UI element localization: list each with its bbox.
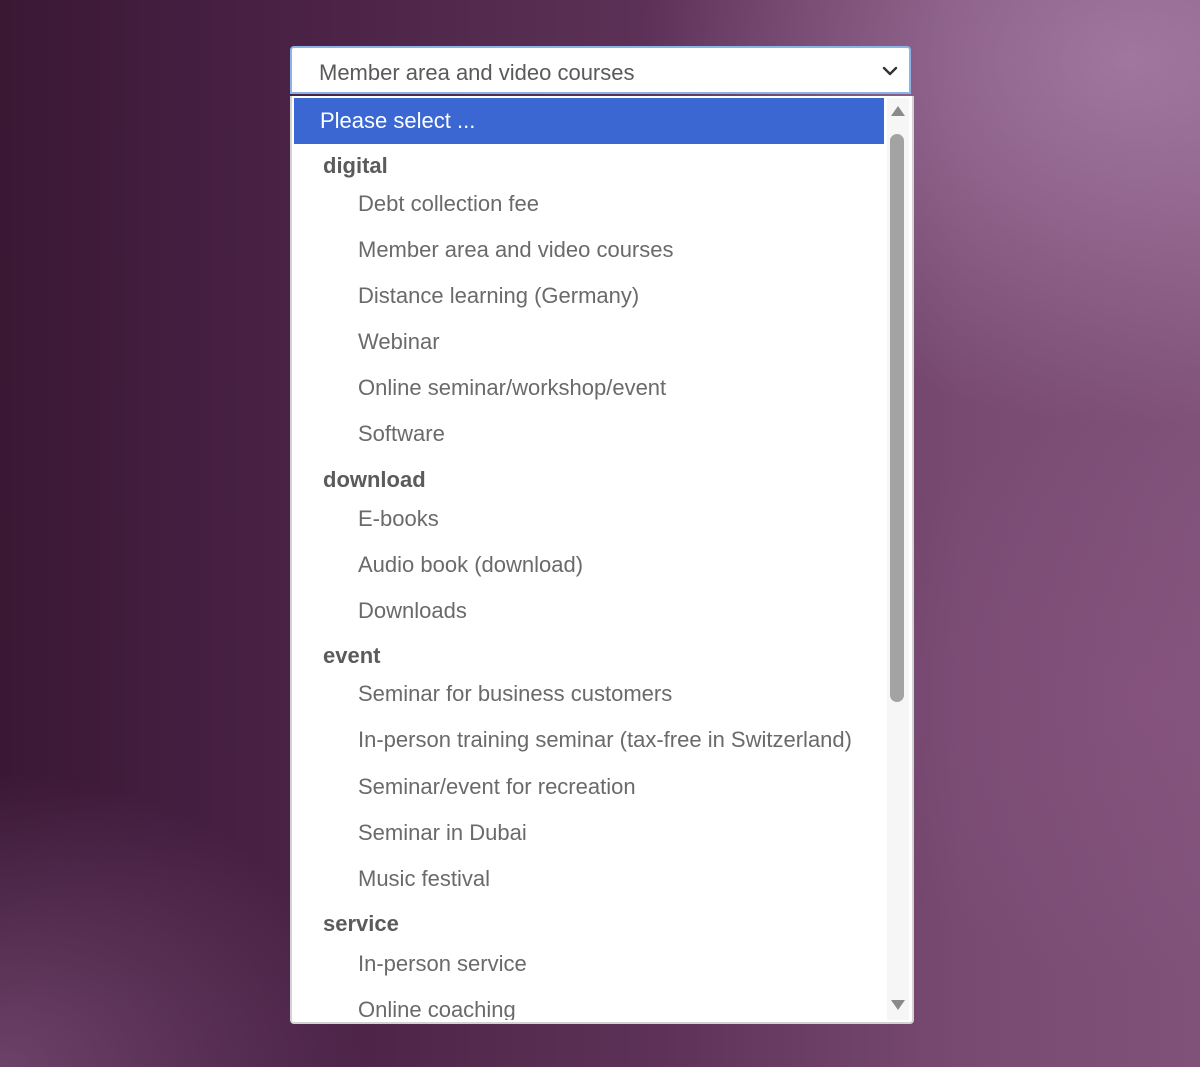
option-software[interactable]: Software xyxy=(294,411,884,457)
option-distance-learning[interactable]: Distance learning (Germany) xyxy=(294,273,884,319)
optgroup-service: service xyxy=(323,911,399,936)
option-music-festival[interactable]: Music festival xyxy=(294,856,884,902)
scrollbar-thumb[interactable] xyxy=(890,134,904,702)
option-list: Please select ... digital Debt collectio… xyxy=(294,98,884,1020)
option-seminar-business-customers[interactable]: Seminar for business customers xyxy=(294,671,884,717)
option-online-coaching[interactable]: Online coaching xyxy=(294,987,884,1020)
category-select[interactable]: Member area and video courses xyxy=(290,46,911,94)
scroll-up-arrow-icon[interactable] xyxy=(890,104,906,118)
option-debt-collection-fee[interactable]: Debt collection fee xyxy=(294,181,884,227)
option-downloads[interactable]: Downloads xyxy=(294,588,884,634)
scroll-down-arrow-icon[interactable] xyxy=(890,998,906,1012)
select-current-value: Member area and video courses xyxy=(319,60,635,85)
option-online-seminar[interactable]: Online seminar/workshop/event xyxy=(294,365,884,411)
dropdown-scrollbar[interactable] xyxy=(887,98,909,1020)
option-webinar[interactable]: Webinar xyxy=(294,319,884,365)
option-seminar-event-recreation[interactable]: Seminar/event for recreation xyxy=(294,764,884,810)
dropdown-list-panel: Please select ... digital Debt collectio… xyxy=(290,96,914,1024)
option-in-person-service[interactable]: In-person service xyxy=(294,941,884,987)
option-audio-book[interactable]: Audio book (download) xyxy=(294,542,884,588)
option-member-area-video-courses[interactable]: Member area and video courses xyxy=(294,227,884,273)
option-seminar-in-dubai[interactable]: Seminar in Dubai xyxy=(294,810,884,856)
option-e-books[interactable]: E-books xyxy=(294,496,884,542)
chevron-down-icon[interactable] xyxy=(881,62,899,80)
option-in-person-training-seminar[interactable]: In-person training seminar (tax-free in … xyxy=(294,717,884,763)
option-please-select[interactable]: Please select ... xyxy=(294,98,884,144)
